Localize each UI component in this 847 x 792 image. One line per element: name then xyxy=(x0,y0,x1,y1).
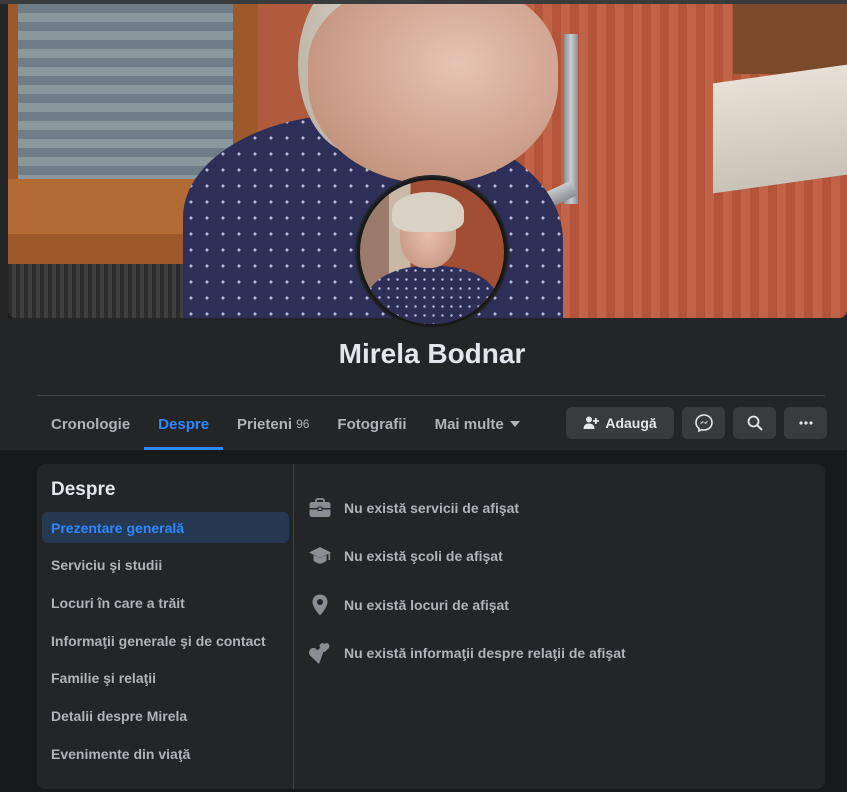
messenger-icon xyxy=(694,414,713,432)
about-nav-work-education[interactable]: Serviciu şi studii xyxy=(42,549,289,580)
add-friend-button[interactable]: Adaugă xyxy=(566,407,674,439)
cover-window-glass xyxy=(18,4,233,179)
about-nav-places-lived[interactable]: Locuri în care a trăit xyxy=(42,587,289,618)
page-margin-left xyxy=(0,4,8,318)
about-nav-label: Serviciu şi studii xyxy=(51,556,163,573)
search-icon xyxy=(747,415,763,431)
cover-window-right xyxy=(733,4,847,74)
more-button[interactable] xyxy=(784,407,827,439)
add-friend-label: Adaugă xyxy=(605,415,657,431)
messenger-button[interactable] xyxy=(682,407,725,439)
about-nav-label: Informaţii generale şi de contact xyxy=(51,632,266,649)
info-text: Nu există informaţii despre relaţii de a… xyxy=(344,645,626,661)
tab-label: Prieteni xyxy=(237,415,293,433)
about-nav-label: Prezentare generală xyxy=(51,519,185,536)
about-title: Despre xyxy=(51,479,116,500)
about-nav-contact-info[interactable]: Informaţii generale şi de contact xyxy=(42,625,289,656)
briefcase-icon xyxy=(309,498,331,517)
info-text: Nu există servicii de afişat xyxy=(344,500,520,516)
tab-despre[interactable]: Despre xyxy=(144,398,223,450)
tab-fotografii[interactable]: Fotografii xyxy=(323,398,420,450)
about-nav-label: Locuri în care a trăit xyxy=(51,594,185,611)
tab-prieteni[interactable]: Prieteni 96 xyxy=(223,398,323,450)
tab-mai-multe[interactable]: Mai multe xyxy=(421,398,534,450)
graduation-cap-icon xyxy=(309,547,331,564)
about-nav-label: Evenimente din viaţă xyxy=(51,745,191,762)
info-row-relationships: Nu există informaţii despre relaţii de a… xyxy=(308,641,626,665)
info-row-places: Nu există locuri de afişat xyxy=(308,593,509,617)
cover-pipe xyxy=(564,34,578,204)
info-row-work: Nu există servicii de afişat xyxy=(308,496,519,520)
info-text: Nu există şcoli de afişat xyxy=(344,548,503,564)
hearts-icon xyxy=(309,643,330,664)
caret-down-icon xyxy=(509,421,520,427)
about-nav-life-events[interactable]: Evenimente din viaţă xyxy=(42,738,289,769)
tab-label: Despre xyxy=(158,415,210,433)
about-nav-details[interactable]: Detalii despre Mirela xyxy=(42,700,289,731)
about-nav-overview[interactable]: Prezentare generală xyxy=(42,512,289,543)
info-text: Nu există locuri de afişat xyxy=(344,597,509,613)
avatar-image xyxy=(360,180,504,324)
profile-actions: Adaugă xyxy=(566,407,827,439)
add-friend-icon xyxy=(583,416,600,429)
about-nav-label: Familie şi relaţii xyxy=(51,669,157,686)
location-pin-icon xyxy=(312,594,328,616)
about-nav-family-relationships[interactable]: Familie şi relaţii xyxy=(42,662,289,693)
header-divider xyxy=(37,395,825,396)
profile-avatar[interactable] xyxy=(355,175,509,329)
more-icon xyxy=(798,421,813,425)
avatar-shirt xyxy=(366,266,498,324)
about-nav-label: Detalii despre Mirela xyxy=(51,707,188,724)
avatar-hair xyxy=(392,192,464,232)
search-button[interactable] xyxy=(733,407,776,439)
about-card: Despre Prezentare generală Serviciu şi s… xyxy=(37,464,825,789)
profile-tabs: Cronologie Despre Prieteni 96 Fotografii… xyxy=(37,398,534,450)
cover-sill-right xyxy=(713,64,847,194)
tab-label: Mai multe xyxy=(434,415,504,433)
friends-count: 96 xyxy=(296,417,310,431)
tab-label: Fotografii xyxy=(337,415,407,433)
tab-label: Cronologie xyxy=(51,415,131,433)
about-sidebar: Despre Prezentare generală Serviciu şi s… xyxy=(37,464,294,789)
info-row-education: Nu există şcoli de afişat xyxy=(308,544,503,568)
profile-name: Mirela Bodnar xyxy=(338,338,526,369)
tab-cronologie[interactable]: Cronologie xyxy=(37,398,144,450)
